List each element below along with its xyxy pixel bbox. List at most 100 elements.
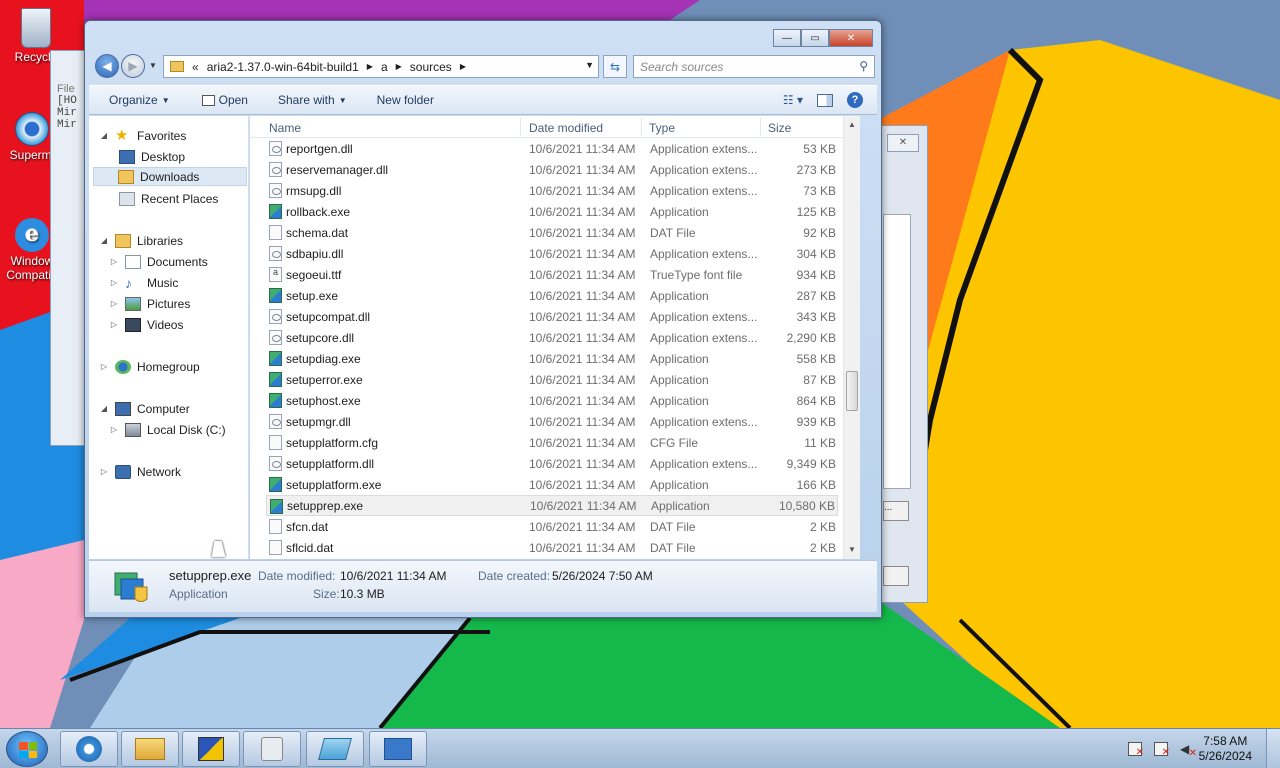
breadcrumb-separator-icon[interactable]: ▶ <box>367 62 373 71</box>
file-name: setupcompat.dll <box>286 309 371 324</box>
file-row[interactable]: setupdiag.exe 10/6/2021 11:34 AM Applicati… <box>266 348 838 369</box>
nav-pictures[interactable]: ▷ Pictures <box>109 294 190 313</box>
organize-button[interactable]: Organize ▼ <box>109 93 170 107</box>
file-row[interactable]: reportgen.dll 10/6/2021 11:34 AM Applicati… <box>266 138 838 159</box>
file-row[interactable]: setuperror.exe 10/6/2021 11:34 AM Applicat… <box>266 369 838 390</box>
minimize-button[interactable]: — <box>773 29 801 47</box>
bg-dialog-browse-button[interactable]: ... <box>883 501 909 521</box>
scrollbar-thumb[interactable] <box>846 371 858 411</box>
address-bar[interactable]: « aria2-1.37.0-win-64bit-build1 ▶ a ▶ so… <box>163 55 599 78</box>
taskbar-media-button[interactable] <box>243 731 301 767</box>
taskbar-explorer-button[interactable] <box>121 731 179 767</box>
control-panel-icon <box>384 738 412 760</box>
file-row[interactable]: sdbapiu.dll 10/6/2021 11:34 AM Application… <box>266 243 838 264</box>
open-button[interactable]: Open <box>201 93 248 107</box>
column-divider[interactable] <box>760 118 761 136</box>
column-header-date-modified[interactable]: Date modified <box>529 121 603 135</box>
file-row[interactable]: setupprep.exe 10/6/2021 11:34 AM Applicati… <box>266 495 838 516</box>
help-icon[interactable]: ? <box>847 92 863 108</box>
file-row[interactable]: rmsupg.dll 10/6/2021 11:34 AM Application … <box>266 180 838 201</box>
file-row[interactable]: setupplatform.cfg 10/6/2021 11:34 AM CFG F… <box>266 432 838 453</box>
column-header-name[interactable]: Name <box>269 121 301 135</box>
bg-dialog-close-button[interactable]: ✕ <box>887 134 919 152</box>
nav-network[interactable]: ▷ Network <box>99 462 181 481</box>
taskbar-installer-button[interactable] <box>182 731 240 767</box>
details-date-created-label: Date created: <box>478 569 551 583</box>
search-icon[interactable]: ⚲ <box>859 59 868 73</box>
nav-favorites[interactable]: ◢ ★ Favorites <box>99 126 186 145</box>
collapsed-icon[interactable]: ▷ <box>109 320 119 329</box>
collapsed-icon[interactable]: ▷ <box>109 425 119 434</box>
maximize-button[interactable]: ▭ <box>801 29 829 47</box>
file-row[interactable]: sflcid.dat 10/6/2021 11:34 AM DAT File 2 KB <box>266 537 838 558</box>
column-divider[interactable] <box>520 118 521 136</box>
breadcrumb-segment[interactable]: aria2-1.37.0-win-64bit-build1 <box>207 60 359 74</box>
breadcrumb-segment[interactable]: sources <box>410 60 452 74</box>
expand-icon[interactable]: ◢ <box>99 236 109 245</box>
close-button[interactable]: ✕ <box>829 29 873 47</box>
network-status-icon[interactable]: ✕ <box>1154 742 1170 758</box>
nav-desktop[interactable]: Desktop <box>119 147 185 166</box>
recent-pages-dropdown[interactable]: ▼ <box>149 61 157 70</box>
breadcrumb-separator-icon[interactable]: ▶ <box>460 62 466 71</box>
scroll-up-icon[interactable]: ▲ <box>848 120 856 129</box>
collapsed-icon[interactable]: ▷ <box>109 278 119 287</box>
nav-libraries[interactable]: ◢ Libraries <box>99 231 183 250</box>
new-folder-button[interactable]: New folder <box>377 93 434 107</box>
file-row[interactable]: segoeui.ttf 10/6/2021 11:34 AM TrueType fo… <box>266 264 838 285</box>
collapsed-icon[interactable]: ▷ <box>99 362 109 371</box>
collapsed-icon[interactable]: ▷ <box>109 299 119 308</box>
file-row[interactable]: setupmgr.dll 10/6/2021 11:34 AM Applicatio… <box>266 411 838 432</box>
collapsed-icon[interactable]: ▷ <box>109 257 119 266</box>
breadcrumb-overflow[interactable]: « <box>192 60 199 74</box>
file-row[interactable]: rollback.exe 10/6/2021 11:34 AM Applicatio… <box>266 201 838 222</box>
expand-icon[interactable]: ◢ <box>99 404 109 413</box>
nav-videos[interactable]: ▷ Videos <box>109 315 183 334</box>
share-with-button[interactable]: Share with ▼ <box>278 93 347 107</box>
view-options-icon[interactable]: ☷ ▾ <box>783 93 803 107</box>
refresh-button[interactable]: ⇆ <box>603 55 627 78</box>
action-center-icon[interactable]: ✕ <box>1128 742 1144 758</box>
nav-homegroup[interactable]: ▷ Homegroup <box>99 357 200 376</box>
show-desktop-button[interactable] <box>1266 729 1280 768</box>
file-type: Application <box>650 351 709 366</box>
file-row[interactable]: setupplatform.dll 10/6/2021 11:34 AM Appli… <box>266 453 838 474</box>
file-row[interactable]: setupplatform.exe 10/6/2021 11:34 AM Appli… <box>266 474 838 495</box>
back-button[interactable]: ◀ <box>95 54 119 78</box>
file-row[interactable]: setuphost.exe 10/6/2021 11:34 AM Applicati… <box>266 390 838 411</box>
bg-dialog-cancel-button[interactable] <box>883 566 909 586</box>
start-button[interactable] <box>6 731 48 767</box>
file-row[interactable]: setupcore.dll 10/6/2021 11:34 AM Applicati… <box>266 327 838 348</box>
nav-computer[interactable]: ◢ Computer <box>99 399 190 418</box>
scroll-down-icon[interactable]: ▼ <box>848 545 856 554</box>
explorer-window[interactable]: — ▭ ✕ ◀ ▶ ▼ « aria2-1.37.0-win-64bit-bui… <box>84 20 882 618</box>
file-row[interactable]: reservemanager.dll 10/6/2021 11:34 AM Appl… <box>266 159 838 180</box>
address-dropdown-icon[interactable]: ▼ <box>585 60 594 70</box>
preview-pane-icon[interactable] <box>817 93 833 107</box>
breadcrumb-separator-icon[interactable]: ▶ <box>396 62 402 71</box>
nav-downloads[interactable]: Downloads <box>93 167 247 186</box>
collapsed-icon[interactable]: ▷ <box>99 467 109 476</box>
taskbar-notepad-button[interactable] <box>306 731 364 767</box>
file-row[interactable]: setupcompat.dll 10/6/2021 11:34 AM Applica… <box>266 306 838 327</box>
volume-icon[interactable]: ◀ ✕ <box>1180 742 1197 759</box>
column-header-size[interactable]: Size <box>768 121 791 135</box>
column-header-type[interactable]: Type <box>649 121 675 135</box>
forward-button[interactable]: ▶ <box>121 54 145 78</box>
file-row[interactable]: sfcn.dat 10/6/2021 11:34 AM DAT File 2 KB <box>266 516 838 537</box>
file-row[interactable]: schema.dat 10/6/2021 11:34 AM DAT File 92 K… <box>266 222 838 243</box>
column-divider[interactable] <box>641 118 642 136</box>
expand-icon[interactable]: ◢ <box>99 131 109 140</box>
nav-documents[interactable]: ▷ Documents <box>109 252 208 271</box>
nav-recent-places[interactable]: Recent Places <box>119 189 218 208</box>
background-dialog-window[interactable]: ✕ ... <box>878 125 928 603</box>
taskbar-browser-button[interactable] <box>60 731 118 767</box>
nav-local-disk[interactable]: ▷ Local Disk (C:) <box>109 420 226 439</box>
file-row[interactable]: setup.exe 10/6/2021 11:34 AM Application 28… <box>266 285 838 306</box>
vertical-scrollbar[interactable]: ▲ ▼ <box>843 116 860 559</box>
nav-music[interactable]: ▷ ♪ Music <box>109 273 178 292</box>
taskbar-control-panel-button[interactable] <box>369 731 427 767</box>
taskbar-clock[interactable]: 7:58 AM 5/26/2024 <box>1199 734 1252 764</box>
search-input[interactable]: Search sources ⚲ <box>633 55 875 78</box>
breadcrumb-segment[interactable]: a <box>381 60 388 74</box>
